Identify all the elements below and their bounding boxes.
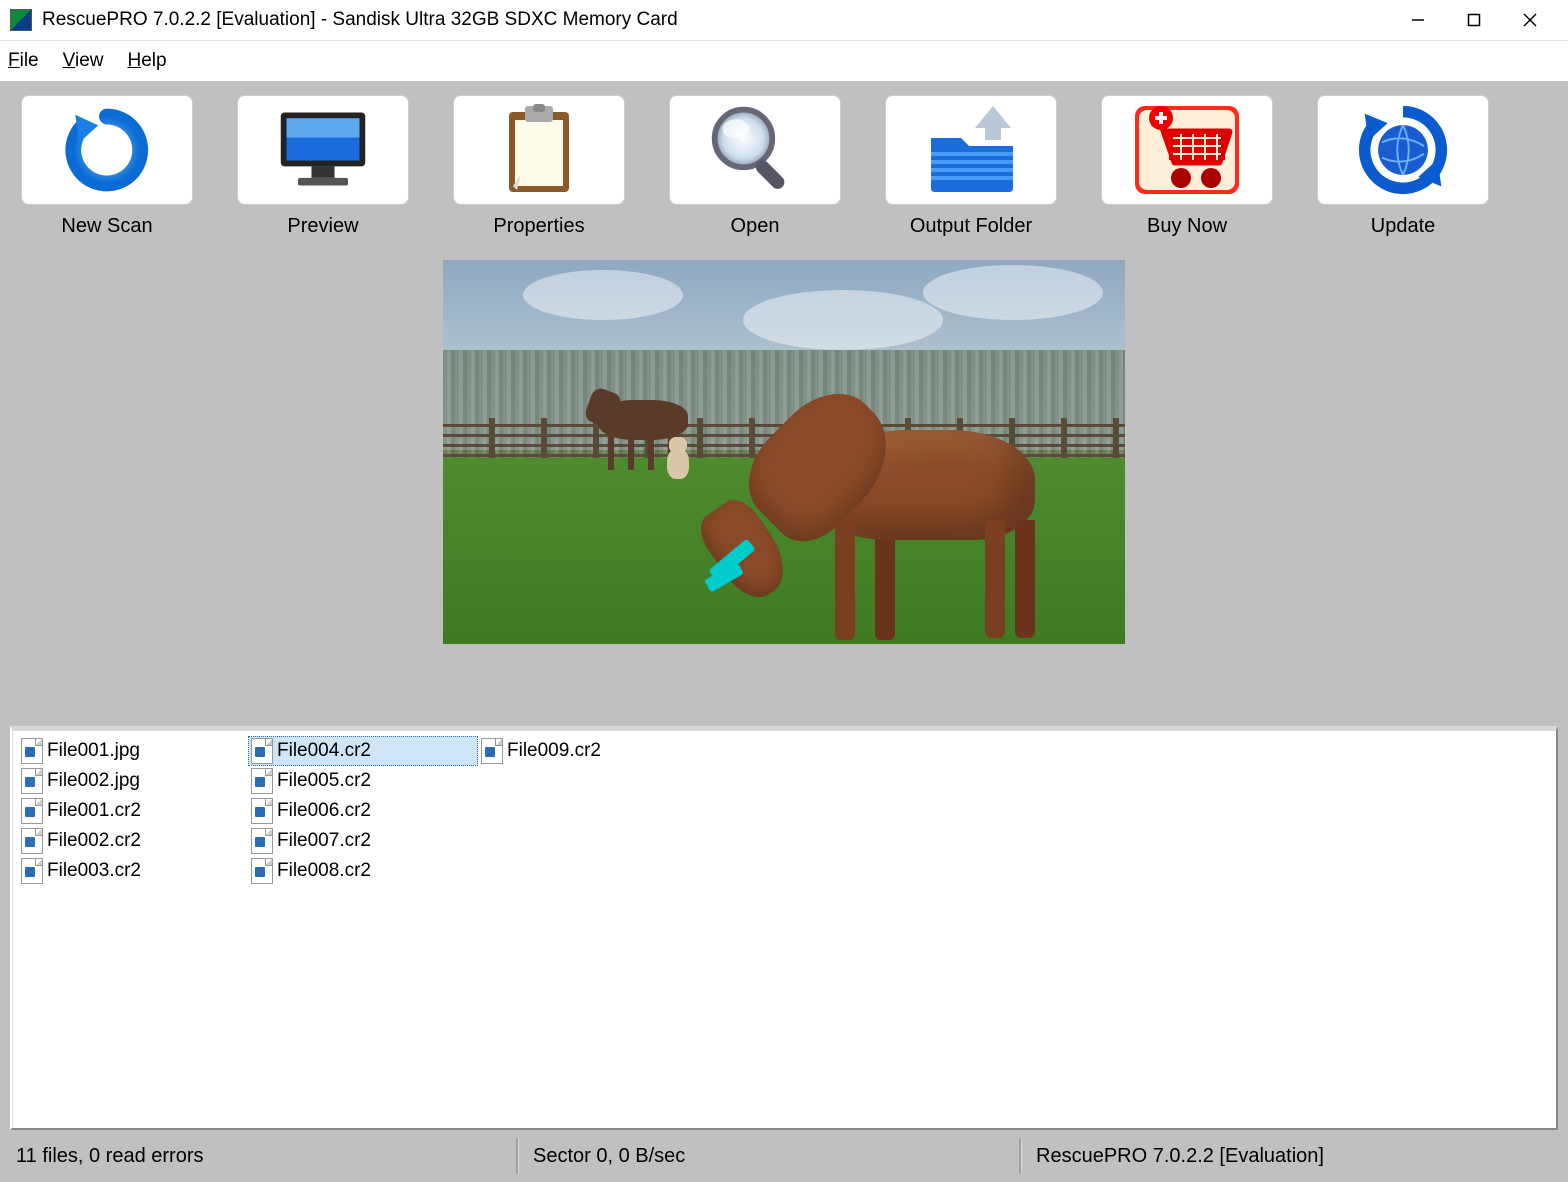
buy-now-label: Buy Now [1147, 215, 1227, 238]
file-list[interactable]: File001.jpg File002.jpg File001.cr2 File002… [10, 726, 1558, 1130]
file-name: File003.cr2 [47, 860, 141, 882]
file-name: File009.cr2 [507, 740, 601, 762]
folder-arrow-icon [921, 104, 1021, 196]
file-name: File002.cr2 [47, 830, 141, 852]
image-file-icon [251, 828, 273, 854]
title-bar: RescuePRO 7.0.2.2 [Evaluation] - Sandisk… [0, 0, 1568, 41]
monitor-icon [275, 106, 371, 194]
app-icon [10, 9, 32, 31]
status-app: RescuePRO 7.0.2.2 [Evaluation] [1036, 1145, 1324, 1168]
file-item[interactable]: File001.jpg [18, 736, 248, 766]
shopping-cart-icon [1133, 104, 1241, 196]
file-item[interactable]: File001.cr2 [18, 796, 248, 826]
image-file-icon [251, 798, 273, 824]
preview-pane [0, 258, 1568, 720]
open-label: Open [731, 215, 780, 238]
refresh-arrow-icon [63, 106, 151, 194]
dog [661, 435, 695, 483]
image-file-icon [481, 738, 503, 764]
status-sector: Sector 0, 0 B/sec [533, 1145, 1005, 1168]
buy-now-button[interactable]: Buy Now [1102, 95, 1272, 238]
open-button[interactable]: Open [670, 95, 840, 238]
file-name: File008.cr2 [277, 860, 371, 882]
image-file-icon [21, 798, 43, 824]
file-item[interactable]: File003.cr2 [18, 856, 248, 886]
file-item[interactable]: File008.cr2 [248, 856, 478, 886]
close-button[interactable] [1502, 0, 1558, 40]
status-separator [516, 1138, 519, 1174]
new-scan-button[interactable]: New Scan [22, 95, 192, 238]
image-file-icon [251, 768, 273, 794]
image-file-icon [21, 828, 43, 854]
file-item[interactable]: File009.cr2 [478, 736, 708, 766]
output-folder-button[interactable]: Output Folder [886, 95, 1056, 238]
properties-label: Properties [493, 215, 584, 238]
menu-view[interactable]: View [63, 50, 104, 72]
magnifier-icon [707, 102, 803, 198]
toolbar: New Scan Preview Properties Open Output … [0, 81, 1568, 258]
menu-bar: File View Help [0, 41, 1568, 81]
update-button[interactable]: Update [1318, 95, 1488, 238]
file-name: File005.cr2 [277, 770, 371, 792]
globe-refresh-icon [1355, 104, 1451, 196]
image-file-icon [21, 738, 43, 764]
menu-help[interactable]: Help [127, 50, 166, 72]
image-file-icon [251, 858, 273, 884]
preview-image [443, 260, 1125, 644]
image-file-icon [251, 738, 273, 764]
file-name: File004.cr2 [277, 740, 371, 762]
file-name: File006.cr2 [277, 800, 371, 822]
file-item[interactable]: File005.cr2 [248, 766, 478, 796]
status-separator [1019, 1138, 1022, 1174]
file-item[interactable]: File002.cr2 [18, 826, 248, 856]
status-bar: 11 files, 0 read errors Sector 0, 0 B/se… [0, 1130, 1568, 1182]
file-item[interactable]: File004.cr2 [248, 736, 478, 766]
properties-button[interactable]: Properties [454, 95, 624, 238]
image-file-icon [21, 768, 43, 794]
file-list-panel: File001.jpg File002.jpg File001.cr2 File002… [0, 720, 1568, 1130]
preview-button[interactable]: Preview [238, 95, 408, 238]
file-item[interactable]: File007.cr2 [248, 826, 478, 856]
status-files: 11 files, 0 read errors [16, 1145, 502, 1168]
file-item[interactable]: File002.jpg [18, 766, 248, 796]
file-name: File007.cr2 [277, 830, 371, 852]
new-scan-label: New Scan [61, 215, 152, 238]
file-name: File001.cr2 [47, 800, 141, 822]
preview-label: Preview [287, 215, 358, 238]
file-item[interactable]: File006.cr2 [248, 796, 478, 826]
image-file-icon [21, 858, 43, 884]
window-title: RescuePRO 7.0.2.2 [Evaluation] - Sandisk… [42, 9, 1390, 31]
maximize-button[interactable] [1446, 0, 1502, 40]
update-label: Update [1371, 215, 1436, 238]
menu-file[interactable]: File [8, 50, 39, 72]
clipboard-icon [503, 104, 575, 196]
file-name: File001.jpg [47, 740, 140, 762]
file-name: File002.jpg [47, 770, 140, 792]
minimize-button[interactable] [1390, 0, 1446, 40]
foreground-horse [725, 320, 1075, 620]
output-folder-label: Output Folder [910, 215, 1032, 238]
